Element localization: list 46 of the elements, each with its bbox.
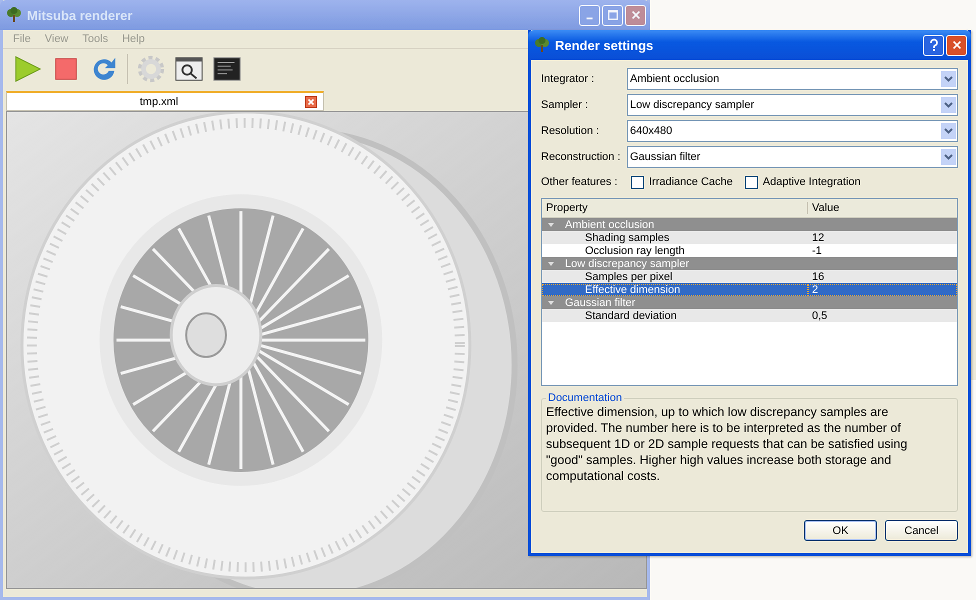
caret-icon[interactable] — [941, 149, 956, 165]
documentation-title: Documentation — [547, 392, 623, 404]
dropdown-field[interactable]: Gaussian filter — [627, 146, 958, 168]
dialog-title: Render settings — [555, 38, 654, 52]
close-tab-icon[interactable] — [305, 96, 317, 108]
close-icon[interactable] — [630, 9, 642, 21]
minimize-button[interactable] — [579, 4, 600, 26]
document-tab[interactable]: tmp.xml — [6, 91, 324, 111]
caret-icon[interactable] — [941, 123, 956, 139]
caret-icon[interactable] — [941, 97, 956, 113]
tree-icon — [6, 7, 22, 23]
property-row[interactable]: Standard deviation 0,5 — [542, 309, 957, 322]
column-header[interactable]: Property — [542, 202, 808, 214]
cancel-button[interactable]: Cancel — [885, 520, 958, 541]
expand-arrow-icon[interactable] — [547, 260, 555, 268]
documentation-text: Effective dimension, up to which low discrepancy samples are provided. The number here is to be interpreted as the number of subsequent 1D or 2D sample requests that can be satisfied using "good" samples. Higher high values increase both storage and computational costs. — [546, 404, 908, 484]
property-row[interactable]: Occlusion ray length -1 — [542, 244, 957, 257]
dropdown-field[interactable]: 640x480 — [627, 120, 958, 142]
dropdown-field[interactable]: Low discrepancy sampler — [627, 94, 958, 116]
ok-button[interactable]: OK — [804, 520, 877, 541]
maximize-button[interactable] — [602, 4, 623, 26]
help-button[interactable] — [923, 34, 944, 56]
field-label: Resolution : — [541, 125, 600, 137]
tree-icon — [534, 37, 550, 53]
field-label: Other features : — [541, 176, 618, 188]
close-button[interactable] — [625, 4, 646, 26]
play-icon[interactable] — [13, 54, 43, 84]
checkbox[interactable] — [631, 176, 644, 188]
maximize-icon[interactable] — [606, 9, 618, 21]
checkbox-label[interactable]: Adaptive Integration — [762, 176, 861, 188]
property-row[interactable]: Shading samples 12 — [542, 231, 957, 244]
checkbox-label[interactable]: Irradiance Cache — [649, 176, 733, 188]
field-label: Reconstruction : — [541, 151, 622, 163]
expand-arrow-icon[interactable] — [547, 298, 555, 306]
field-label: Integrator : — [541, 73, 596, 85]
checkbox[interactable] — [744, 176, 758, 188]
property-row[interactable]: Samples per pixel 16 — [542, 270, 957, 283]
property-row[interactable]: Effective dimension 2 — [542, 283, 957, 296]
dropdown-field[interactable]: Ambient occlusion — [627, 68, 958, 90]
window-title: Mitsuba renderer — [27, 8, 134, 22]
caret-icon[interactable] — [941, 71, 956, 87]
expand-arrow-icon[interactable] — [547, 220, 555, 228]
column-header[interactable]: Value — [808, 202, 957, 214]
close-button[interactable] — [946, 34, 967, 56]
field-label: Sampler : — [541, 99, 590, 111]
close-icon[interactable] — [950, 39, 962, 51]
